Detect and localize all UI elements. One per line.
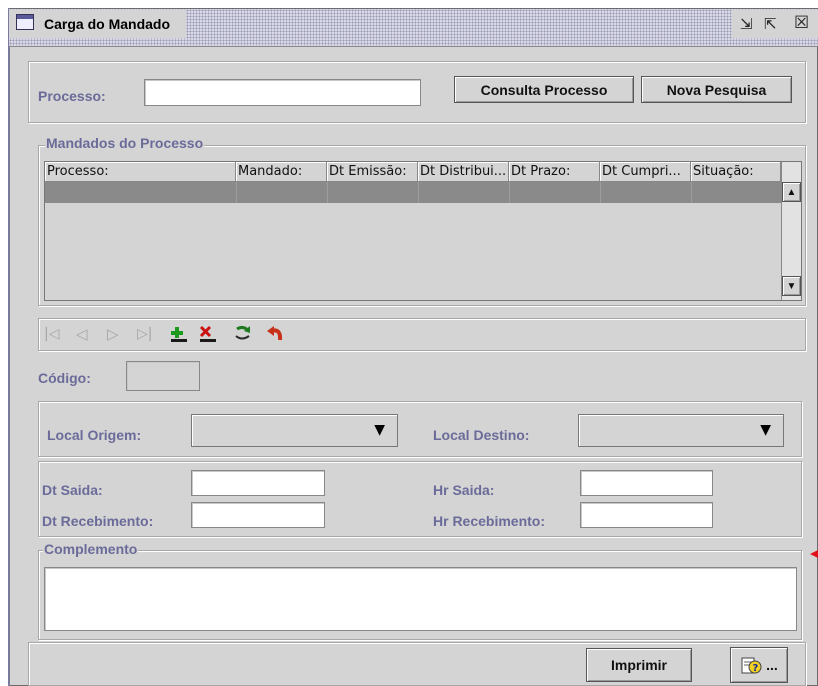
undo-icon[interactable] — [266, 325, 286, 343]
table-cell-divider — [418, 182, 419, 203]
dt-recebimento-field[interactable] — [191, 502, 325, 528]
local-destino-select[interactable]: ▼ — [578, 414, 784, 447]
col-header-dt-distribuicao[interactable]: Dt Distribui... — [418, 162, 509, 182]
table-cell-divider — [327, 182, 328, 203]
hr-recebimento-label: Hr Recebimento: — [433, 513, 546, 529]
dt-saida-label: Dt Saida: — [42, 482, 103, 498]
chevron-down-icon[interactable]: ▼ — [760, 422, 771, 438]
first-record-icon[interactable]: |◁ — [44, 324, 59, 344]
scroll-down-icon[interactable]: ▼ — [782, 276, 801, 296]
navigator-toolbar — [38, 318, 806, 351]
svg-text:?: ? — [753, 663, 759, 674]
close-icon[interactable]: ☒ — [794, 14, 809, 32]
col-header-dt-cumprimento[interactable]: Dt Cumpri... — [600, 162, 691, 182]
window-title: Carga do Mandado — [44, 16, 171, 32]
table-cell-divider — [600, 182, 601, 203]
col-header-processo[interactable]: Processo: — [45, 162, 236, 182]
local-destino-label: Local Destino: — [433, 427, 530, 443]
delete-record-icon[interactable] — [199, 325, 219, 343]
processo-input[interactable] — [144, 79, 421, 106]
chevron-down-icon[interactable]: ▼ — [374, 422, 385, 438]
table-cell-divider — [509, 182, 510, 203]
col-header-situacao[interactable]: Situação: — [691, 162, 781, 182]
imprimir-button[interactable]: Imprimir — [586, 648, 692, 682]
local-origem-select[interactable]: ▼ — [191, 414, 398, 447]
codigo-field — [126, 361, 200, 391]
col-header-dt-emissao[interactable]: Dt Emissão: — [327, 162, 418, 182]
maximize-icon[interactable]: ⇱ — [764, 15, 777, 33]
local-origem-label: Local Origem: — [47, 427, 142, 443]
codigo-label: Código: — [38, 370, 91, 386]
table-cell-divider — [236, 182, 237, 203]
minimize-icon[interactable]: ⇲ — [740, 15, 753, 33]
previous-record-icon[interactable]: ◁ — [76, 324, 88, 344]
table-row[interactable] — [45, 182, 781, 203]
add-record-icon[interactable] — [170, 325, 190, 343]
col-header-mandado[interactable]: Mandado: — [236, 162, 327, 182]
help-button-suffix: ... — [766, 657, 778, 673]
table-vertical-scrollbar[interactable]: ▲ ▼ — [781, 162, 801, 300]
refresh-icon[interactable] — [234, 325, 254, 343]
processo-label: Processo: — [38, 88, 106, 104]
col-header-dt-prazo[interactable]: Dt Prazo: — [509, 162, 600, 182]
dt-recebimento-label: Dt Recebimento: — [42, 513, 154, 529]
mandados-table: Processo: Mandado: Dt Emissão: Dt Distri… — [44, 161, 802, 301]
help-icon: ? — [741, 657, 762, 674]
hr-saida-field[interactable] — [580, 470, 713, 496]
consulta-processo-button[interactable]: Consulta Processo — [454, 76, 634, 103]
hr-recebimento-field[interactable] — [580, 502, 713, 528]
last-record-icon[interactable]: ▷| — [137, 324, 152, 344]
side-marker-icon — [810, 550, 818, 558]
nova-pesquisa-button[interactable]: Nova Pesquisa — [641, 76, 792, 103]
help-button[interactable]: ? ... — [730, 647, 788, 683]
dt-saida-field[interactable] — [191, 470, 325, 496]
next-record-icon[interactable]: ▷ — [107, 324, 119, 344]
table-cell-divider — [691, 182, 692, 203]
frame-left-edge — [8, 8, 10, 686]
mandados-legend: Mandados do Processo — [45, 135, 205, 151]
complemento-textarea[interactable] — [44, 567, 797, 631]
complemento-legend: Complemento — [43, 541, 139, 557]
hr-saida-label: Hr Saida: — [433, 482, 495, 498]
scroll-up-icon[interactable]: ▲ — [782, 182, 801, 202]
window-icon — [16, 14, 34, 30]
